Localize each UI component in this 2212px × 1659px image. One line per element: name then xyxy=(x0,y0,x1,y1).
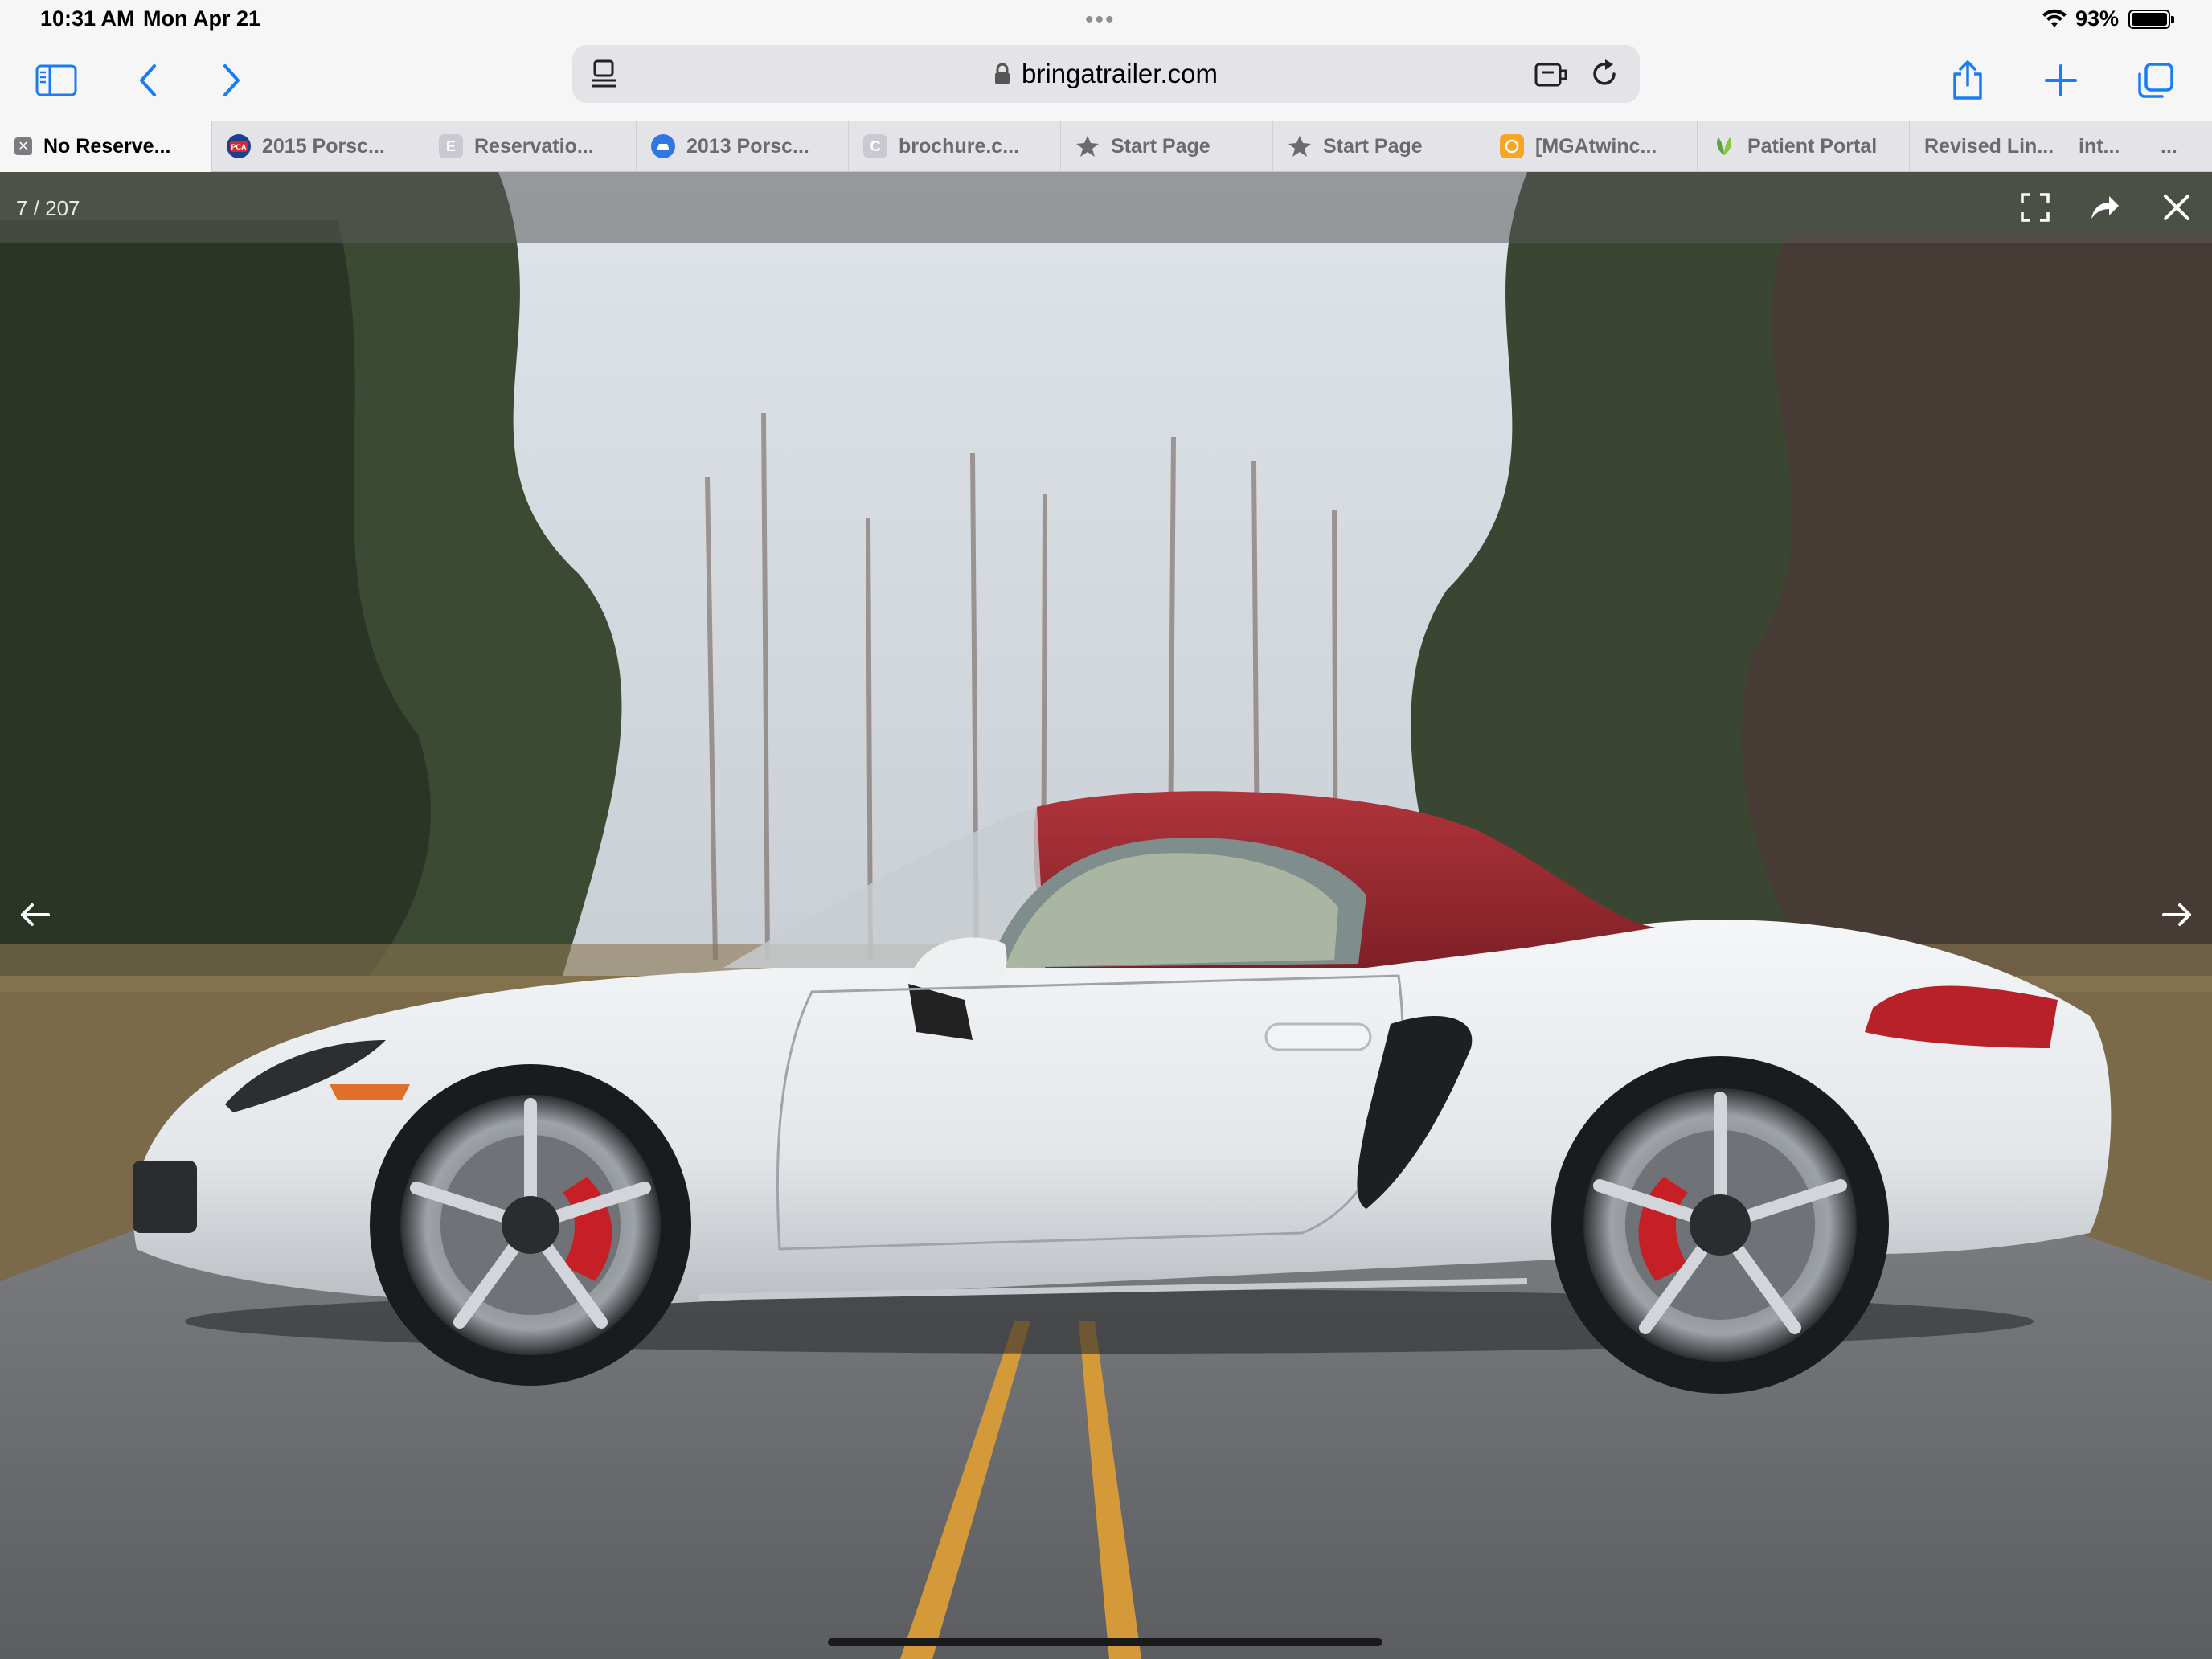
plus-icon xyxy=(2045,64,2077,96)
tab-11[interactable]: int... xyxy=(2067,121,2149,172)
tab-title: Start Page xyxy=(1111,134,1210,158)
new-tab-button[interactable] xyxy=(2030,50,2091,111)
lock-icon xyxy=(995,63,1010,84)
browser-toolbar: bringatrailer.com xyxy=(0,40,2212,121)
tab-4[interactable]: 2013 Porsc... xyxy=(637,121,849,172)
home-indicator[interactable] xyxy=(828,1638,1382,1646)
car-icon xyxy=(651,134,675,158)
tab-12[interactable]: ... xyxy=(2149,121,2212,172)
car-photo[interactable] xyxy=(0,172,2212,1659)
battery-icon xyxy=(2128,10,2174,29)
tab-overview-button[interactable] xyxy=(2125,50,2186,111)
tab-close-icon[interactable]: ✕ xyxy=(14,137,32,155)
wifi-icon xyxy=(2042,9,2067,27)
share-arrow-icon[interactable] xyxy=(2085,188,2124,227)
next-arrow-icon[interactable] xyxy=(2153,891,2201,939)
sidebar-icon xyxy=(35,64,77,96)
tab-title: ... xyxy=(2161,134,2177,158)
tab-title: Reservatio... xyxy=(474,134,594,158)
status-date: Mon Apr 21 xyxy=(143,6,261,31)
star-icon xyxy=(1288,136,1311,157)
extension-icon[interactable] xyxy=(1534,58,1569,90)
tab-title: Patient Portal xyxy=(1747,134,1878,158)
tab-strip: ✕ No Reserve... PCA 2015 Porsc... E Rese… xyxy=(0,121,2212,172)
e-letter-icon: E xyxy=(439,134,463,158)
share-button[interactable] xyxy=(1937,50,1998,111)
tab-10[interactable]: Revised Lin... xyxy=(1910,121,2067,172)
tab-1[interactable]: ✕ No Reserve... xyxy=(0,121,212,172)
status-bar: 10:31 AM Mon Apr 21 ••• 93% xyxy=(0,0,2212,40)
tab-2[interactable]: PCA 2015 Porsc... xyxy=(212,121,424,172)
tab-9[interactable]: Patient Portal xyxy=(1698,121,1910,172)
address-bar[interactable]: bringatrailer.com xyxy=(572,45,1640,103)
close-icon[interactable] xyxy=(2157,188,2196,227)
leaf-icon xyxy=(1717,137,1731,155)
address-domain[interactable]: bringatrailer.com xyxy=(1022,59,1218,89)
tab-6[interactable]: Start Page xyxy=(1061,121,1273,172)
sidebar-button[interactable] xyxy=(26,50,87,111)
pca-icon: PCA xyxy=(227,134,251,158)
battery-percent: 93% xyxy=(2075,6,2120,31)
fullscreen-icon[interactable] xyxy=(2016,188,2054,227)
tabs-overview-icon xyxy=(2138,63,2173,98)
prev-arrow-icon[interactable] xyxy=(11,891,59,939)
forward-button[interactable] xyxy=(201,50,262,111)
svg-text:PCA: PCA xyxy=(231,143,247,151)
photo-viewer: 7 / 207 xyxy=(0,172,2212,1659)
tab-7[interactable]: Start Page xyxy=(1273,121,1485,172)
multitask-dots-icon[interactable]: ••• xyxy=(1085,6,1116,34)
tab-title: brochure.c... xyxy=(899,134,1020,158)
tab-title: int... xyxy=(2079,134,2120,158)
tab-3[interactable]: E Reservatio... xyxy=(424,121,637,172)
tab-title: No Reserve... xyxy=(43,134,171,158)
tab-title: 2015 Porsc... xyxy=(262,134,385,158)
viewer-header: 7 / 207 xyxy=(0,172,2212,243)
star-icon xyxy=(1076,136,1099,157)
orange-ring-icon xyxy=(1500,134,1524,158)
tab-5[interactable]: C brochure.c... xyxy=(849,121,1061,172)
share-icon xyxy=(1953,60,1982,100)
photo-counter: 7 / 207 xyxy=(16,196,80,220)
tab-title: [MGAtwinc... xyxy=(1535,134,1657,158)
tab-title: Start Page xyxy=(1323,134,1423,158)
reload-icon[interactable] xyxy=(1588,58,1620,90)
back-chevron-icon xyxy=(140,64,156,96)
tab-title: Revised Lin... xyxy=(1924,134,2054,158)
forward-chevron-icon xyxy=(223,64,240,96)
c-letter-icon: C xyxy=(863,134,887,158)
tab-8[interactable]: [MGAtwinc... xyxy=(1485,121,1698,172)
tab-title: 2013 Porsc... xyxy=(686,134,809,158)
back-button[interactable] xyxy=(117,50,178,111)
status-time: 10:31 AM xyxy=(40,6,135,31)
